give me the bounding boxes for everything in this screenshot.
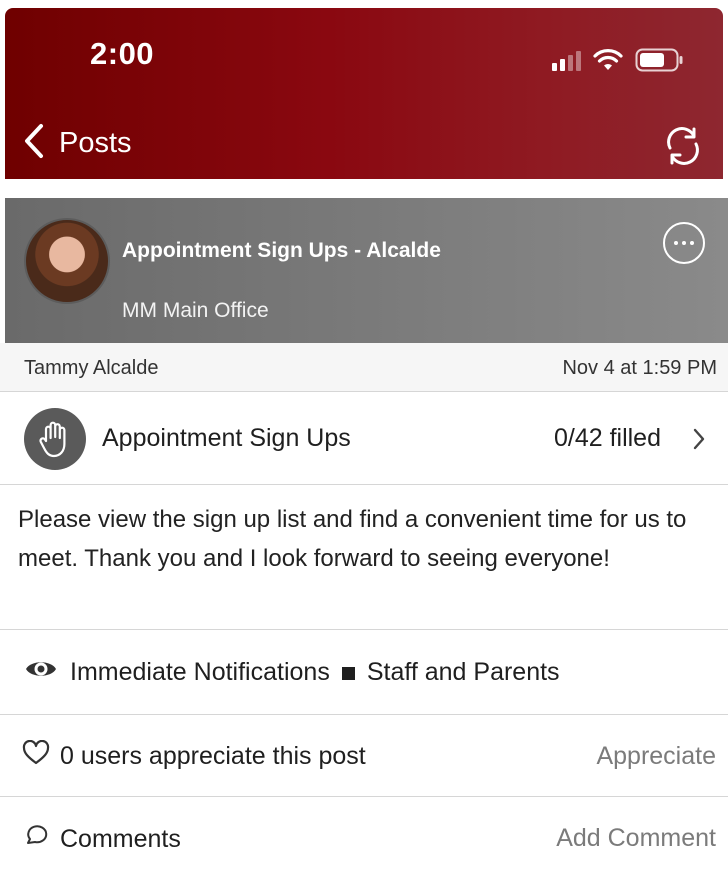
add-comment-button[interactable]: Add Comment: [556, 824, 716, 853]
post-detail-screen: 2:00 Posts Appointment Sign Ups - Alcald…: [0, 0, 728, 876]
eye-icon: [24, 656, 58, 689]
post-office: MM Main Office: [122, 299, 269, 322]
wifi-icon: [593, 48, 623, 72]
signup-count: 0/42 filled: [553, 424, 661, 452]
signal-icon: [552, 49, 581, 71]
battery-icon: [635, 47, 685, 73]
notification-audience: Staff and Parents: [366, 658, 560, 686]
signup-row[interactable]: Appointment Sign Ups 0/42 filled: [0, 392, 728, 485]
post-banner: Appointment Sign Ups - Alcalde MM Main O…: [5, 198, 728, 343]
back-label: Posts: [59, 127, 132, 159]
ellipsis-icon[interactable]: [663, 222, 705, 264]
post-body: Please view the sign up list and find a …: [18, 506, 687, 572]
notification-type: Immediate Notifications: [70, 658, 330, 686]
appreciate-button[interactable]: Appreciate: [596, 742, 716, 771]
comment-icon: [24, 823, 52, 856]
appreciate-row: 0 users appreciate this post: [22, 739, 366, 773]
notification-row: Immediate Notifications Staff and Parents: [24, 656, 560, 689]
post-date: Nov 4 at 1:59 PM: [562, 357, 717, 379]
refresh-icon[interactable]: [661, 124, 705, 168]
divider: [0, 714, 728, 715]
hand-icon: [24, 408, 86, 470]
comments-row: Comments: [24, 823, 181, 856]
back-button[interactable]: Posts: [23, 123, 132, 164]
status-icons: [552, 44, 685, 76]
post-meta: Tammy Alcalde Nov 4 at 1:59 PM: [0, 343, 728, 392]
chevron-right-icon: [692, 427, 706, 456]
status-time: 2:00: [90, 36, 155, 71]
post-title: Appointment Sign Ups - Alcalde: [122, 239, 441, 262]
heart-icon: [22, 739, 50, 773]
divider: [0, 629, 728, 630]
appreciate-count: 0 users appreciate this post: [60, 742, 366, 770]
avatar: [24, 218, 110, 304]
separator-bullet: [341, 666, 355, 680]
app-header: 2:00 Posts: [5, 8, 723, 179]
signup-label: Appointment Sign Ups: [102, 424, 351, 452]
post-author: Tammy Alcalde: [24, 357, 159, 379]
chevron-left-icon: [23, 123, 45, 164]
comments-label: Comments: [60, 825, 181, 853]
divider: [0, 796, 728, 797]
